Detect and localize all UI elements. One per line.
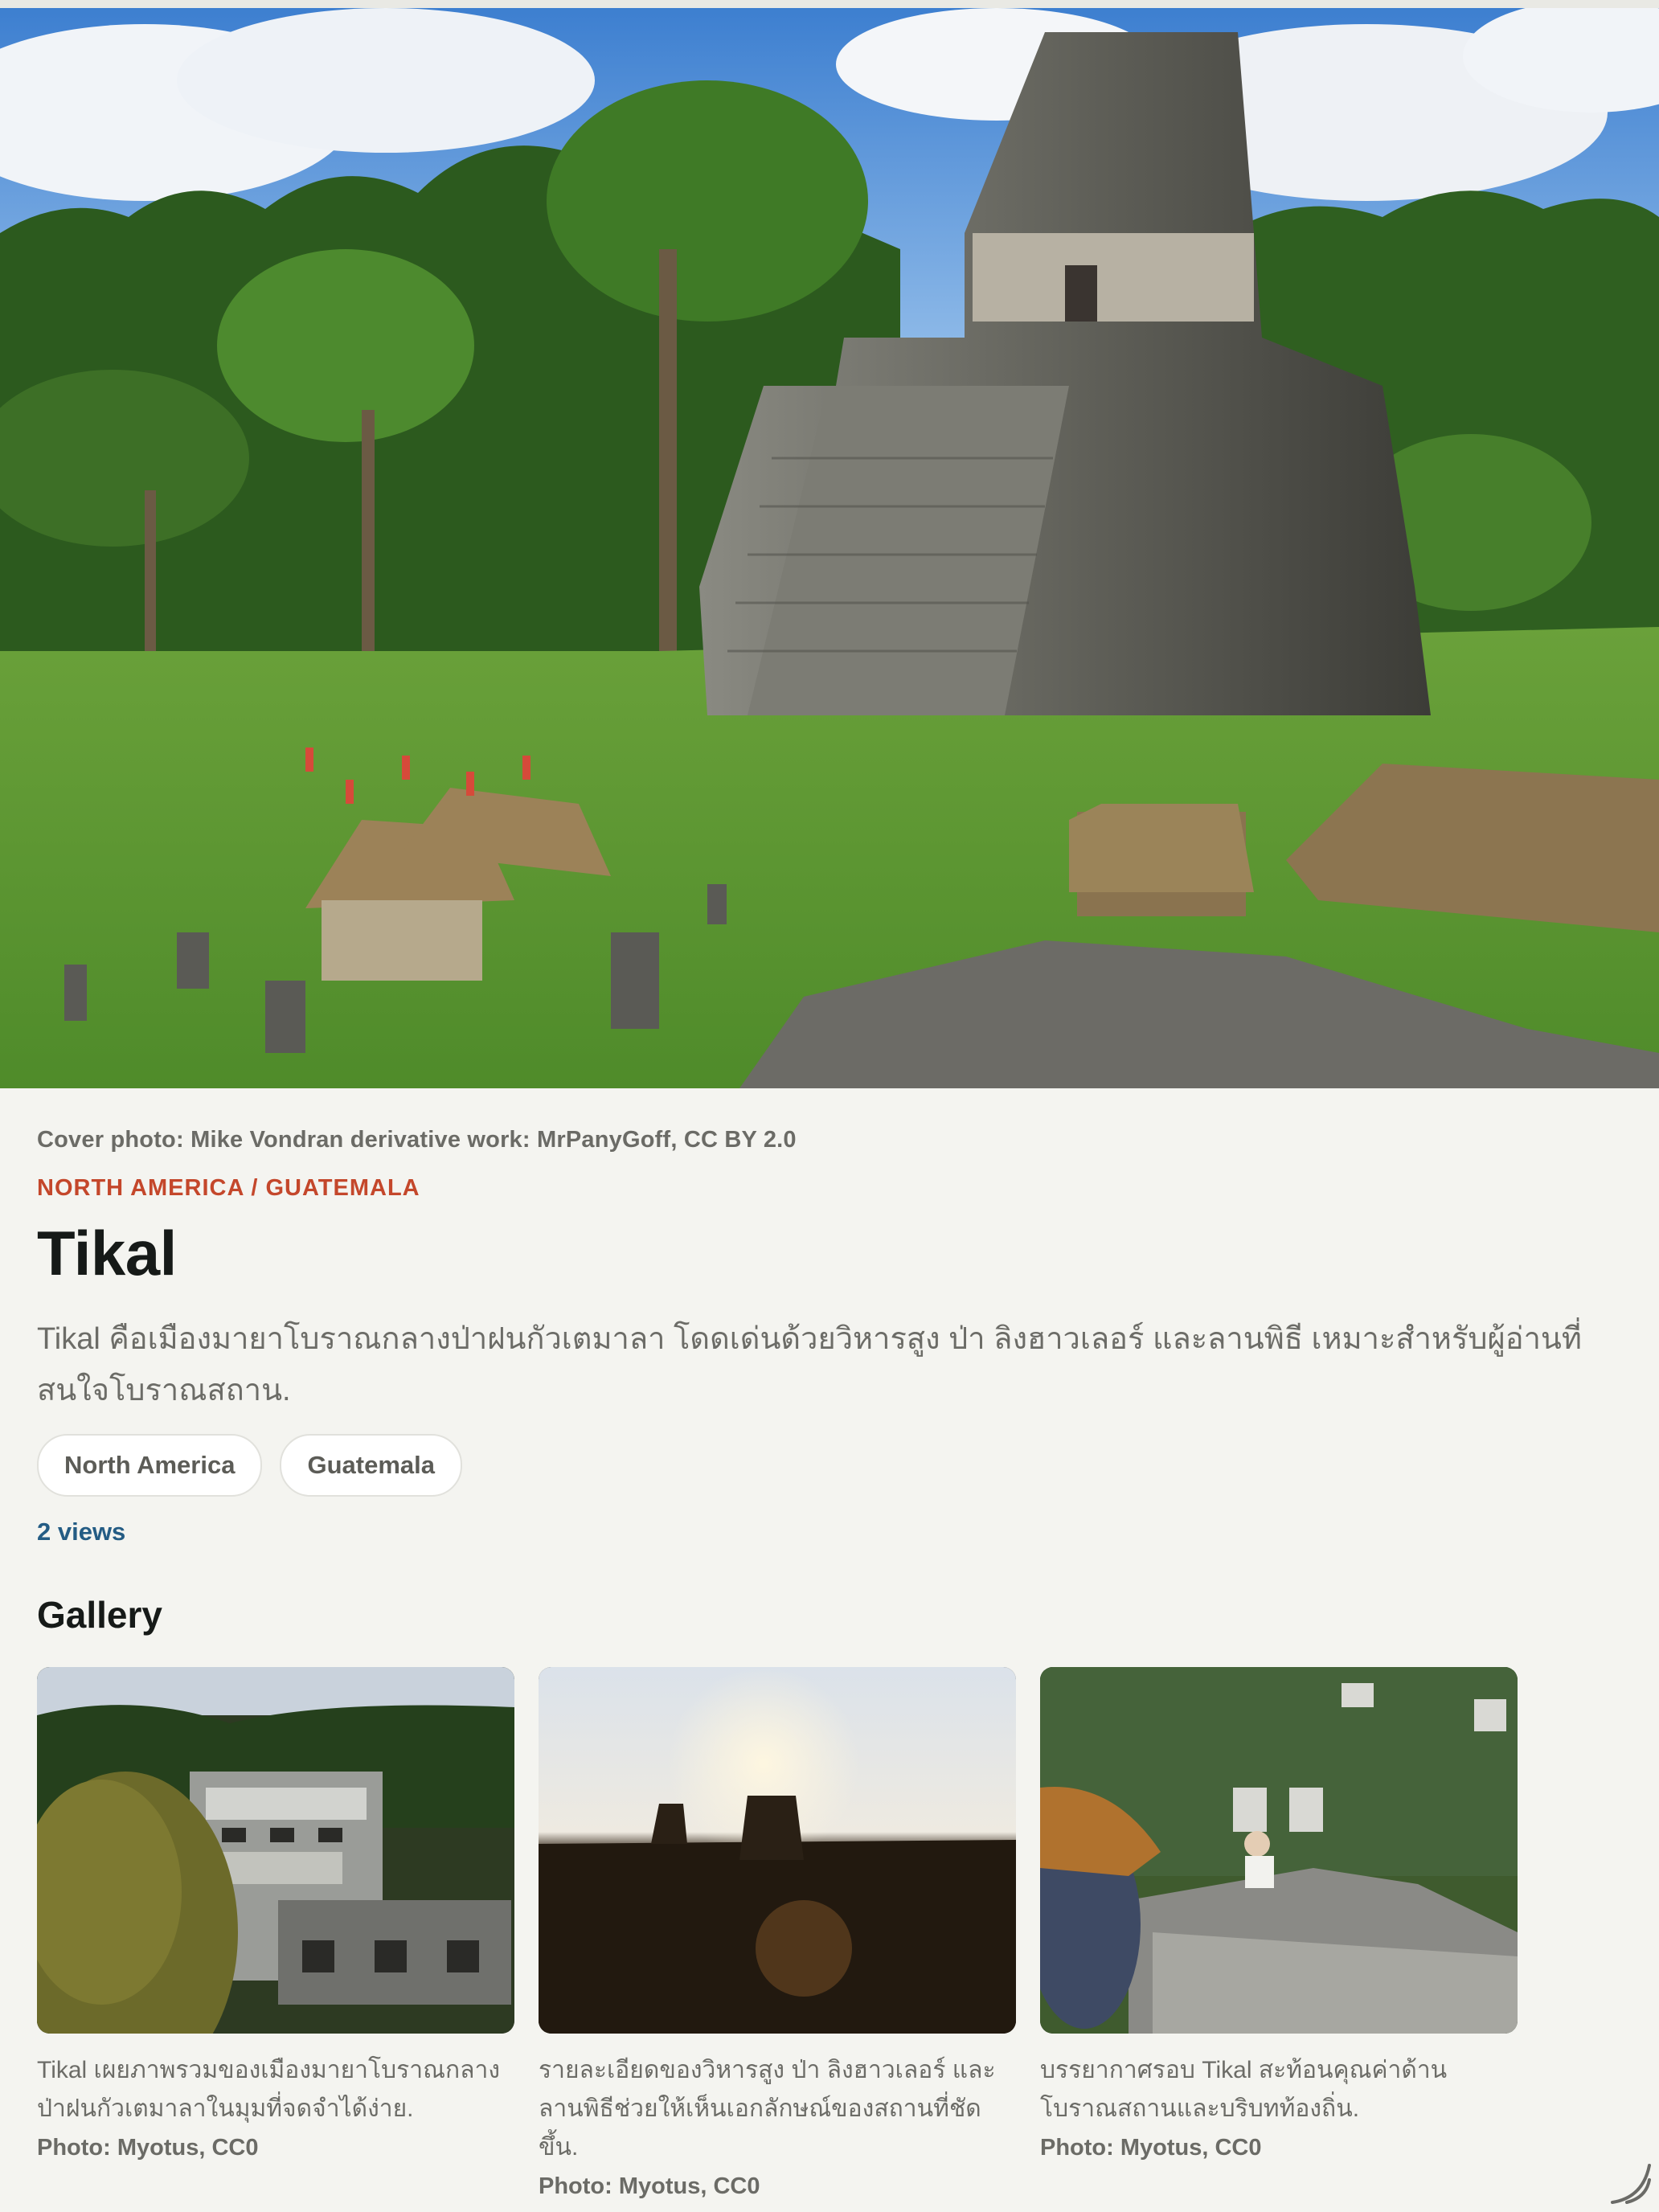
gallery-caption: บรรยากาศรอบ Tikal สะท้อนคุณค่าด้านโบราณส… <box>1040 2057 1448 2122</box>
tag-list: North America Guatemala <box>37 1434 462 1497</box>
gallery-heading: Gallery <box>37 1594 162 1636</box>
page: Cover photo: Mike Vondran derivative wor… <box>0 0 1659 2212</box>
hero-image <box>0 8 1659 1088</box>
gallery-item[interactable]: รายละเอียดของวิหารสูง ป่า ลิงฮาวเลอร์ แล… <box>539 1667 1016 2206</box>
page-title: Tikal <box>37 1218 177 1288</box>
gallery-credit: Photo: Myotus, CC0 <box>1040 2135 1262 2161</box>
gallery-photo[interactable] <box>539 1667 1016 2034</box>
gallery-item[interactable]: บรรยากาศรอบ Tikal สะท้อนคุณค่าด้านโบราณส… <box>1040 1667 1518 2167</box>
region-breadcrumb[interactable]: NORTH AMERICA / GUATEMALA <box>37 1175 420 1202</box>
gallery-item[interactable]: Tikal เผยภาพรวมของเมืองมายาโบราณกลางป่าฝ… <box>37 1667 514 2167</box>
gallery-caption: รายละเอียดของวิหารสูง ป่า ลิงฮาวเลอร์ แล… <box>539 2057 996 2161</box>
tag-north-america[interactable]: North America <box>37 1434 263 1497</box>
gallery-photo[interactable] <box>1040 1667 1518 2034</box>
gallery-credit: Photo: Myotus, CC0 <box>37 2135 259 2161</box>
top-strip <box>0 0 1659 8</box>
gallery-caption: Tikal เผยภาพรวมของเมืองมายาโบราณกลางป่าฝ… <box>37 2057 501 2122</box>
gallery-credit: Photo: Myotus, CC0 <box>539 2173 760 2199</box>
tag-guatemala[interactable]: Guatemala <box>280 1434 462 1497</box>
views-count[interactable]: 2 views <box>37 1518 125 1546</box>
cover-photo-credit: Cover photo: Mike Vondran derivative wor… <box>37 1127 797 1153</box>
resize-handle-icon[interactable] <box>1604 2157 1653 2206</box>
gallery-photo[interactable] <box>37 1667 514 2034</box>
place-description: Tikal คือเมืองมายาโบราณกลางป่าฝนกัวเตมาล… <box>37 1322 1582 1407</box>
hero-illustration <box>0 8 1659 1088</box>
